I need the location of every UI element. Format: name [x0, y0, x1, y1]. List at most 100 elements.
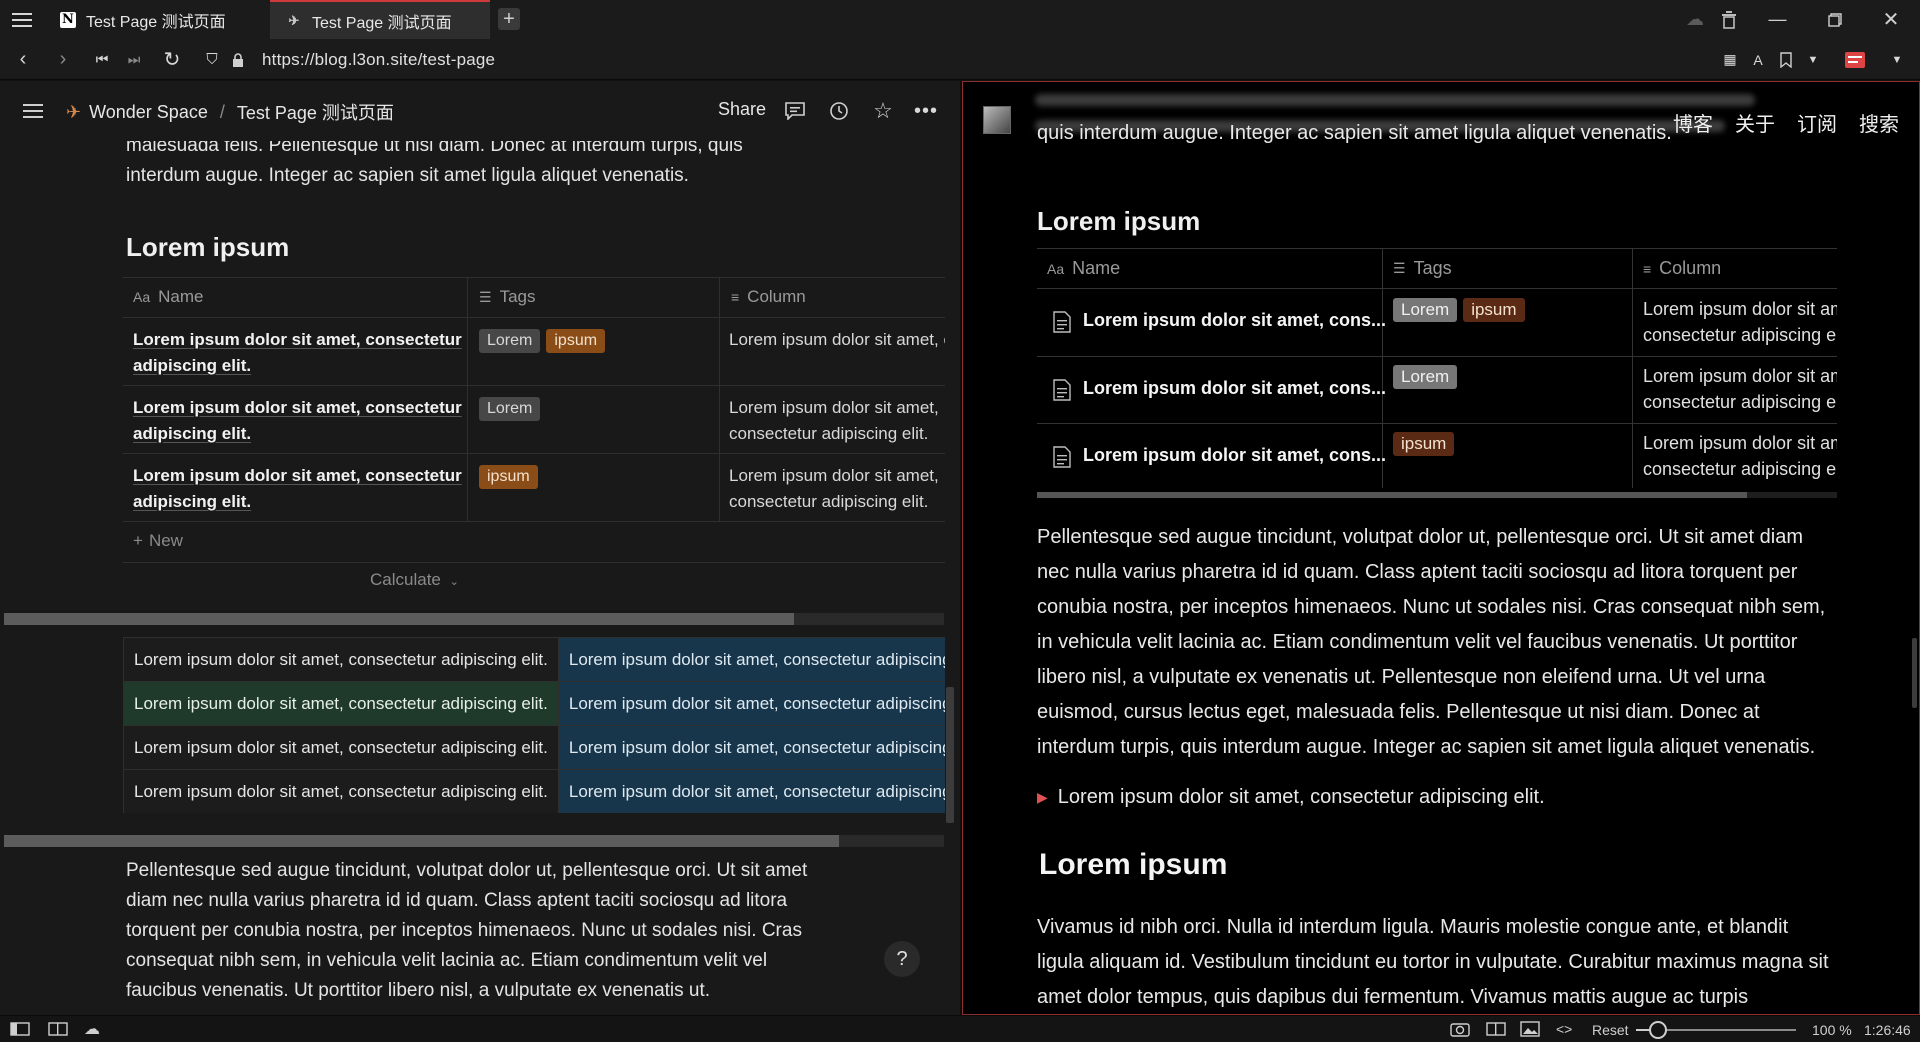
row-tags[interactable]: Lorem ipsum [479, 329, 611, 353]
trash-icon[interactable] [1714, 0, 1744, 39]
history-icon[interactable] [824, 81, 854, 141]
nav-search[interactable]: 搜索 [1859, 108, 1899, 137]
horizontal-scrollbar[interactable] [4, 613, 944, 625]
calculate-button[interactable]: Calculate ⌄ [370, 570, 459, 590]
scrollbar-thumb[interactable] [4, 613, 794, 625]
tab-tiling-icon[interactable] [48, 1022, 68, 1039]
plus-icon: + [133, 531, 143, 550]
row-column: Lorem ipsum dolor sit am consectetur adi… [1643, 296, 1837, 348]
row-column[interactable]: Lorem ipsum dolor sit amet, consectetur … [729, 463, 945, 515]
chevron-down-icon[interactable]: ▼ [1886, 39, 1908, 80]
table-cell[interactable]: Lorem ipsum dolor sit amet, consectetur … [557, 725, 945, 770]
table-row: Lorem ipsum dolor sit amet, consectetur … [123, 681, 945, 726]
cell-line: consectetur adipiscing eli [1643, 325, 1837, 345]
cell-line: Lorem ipsum dolor sit am [1643, 433, 1837, 453]
table-cell[interactable]: Lorem ipsum dolor sit amet, consectetur … [557, 681, 945, 726]
breadcrumb-workspace[interactable]: Wonder Space [89, 102, 208, 123]
tab-1[interactable]: N Test Page 测试页面 [44, 0, 268, 39]
code-icon[interactable]: <> [1556, 1021, 1572, 1037]
breadcrumb: ✈ Wonder Space / Test Page 测试页面 [66, 99, 394, 125]
minimize-button[interactable]: — [1755, 0, 1800, 39]
row-name[interactable]: Lorem ipsum dolor sit amet, cons... [1083, 378, 1386, 399]
zoom-slider-knob[interactable] [1649, 1021, 1668, 1039]
table-cell[interactable]: Lorem ipsum dolor sit amet, consectetur … [557, 769, 945, 813]
tile-icon[interactable] [1486, 1022, 1506, 1039]
table-cell[interactable]: Lorem ipsum dolor sit amet, consectetur … [123, 681, 559, 726]
row-name[interactable]: Lorem ipsum dolor sit amet, consectetur … [133, 463, 463, 515]
images-icon[interactable] [1520, 1021, 1540, 1040]
row-name[interactable]: Lorem ipsum dolor sit amet, cons... [1083, 445, 1386, 466]
fast-forward-icon[interactable]: ⏭ [122, 39, 146, 80]
horizontal-scrollbar[interactable] [1037, 492, 1837, 498]
row-name[interactable]: Lorem ipsum dolor sit amet, cons... [1083, 310, 1386, 331]
scrollbar-thumb[interactable] [4, 835, 839, 847]
translate-icon[interactable]: A [1746, 39, 1770, 80]
table-row: Lorem ipsum dolor sit amet, consectetur … [123, 725, 945, 770]
tag: Lorem [1393, 298, 1458, 322]
cell-line: Lorem ipsum dolor sit am [1643, 366, 1837, 386]
toggle-block[interactable]: ▶ Lorem ipsum dolor sit amet, consectetu… [1037, 780, 1545, 815]
comment-icon[interactable] [780, 81, 810, 141]
lock-icon[interactable] [228, 39, 248, 80]
header-label: Name [158, 287, 204, 306]
bookmark-icon[interactable] [1774, 39, 1798, 80]
forward-icon[interactable]: › [48, 39, 78, 80]
restore-button[interactable] [1812, 0, 1857, 39]
help-button[interactable]: ? [884, 941, 920, 977]
scrollbar-thumb[interactable] [1037, 492, 1747, 498]
new-tab-button[interactable]: + [498, 8, 520, 30]
body-paragraph: Pellentesque sed augue tincidunt, volutp… [1037, 526, 1826, 758]
table-cell[interactable]: Lorem ipsum dolor sit amet, consectetur … [123, 725, 559, 770]
rewind-icon[interactable]: ⏮ [90, 39, 114, 80]
row-tags[interactable]: Lorem [479, 397, 546, 421]
table-cell[interactable]: Lorem ipsum dolor sit amet, consectetur … [123, 769, 559, 813]
table-cell[interactable]: Lorem ipsum dolor sit amet, consectetur … [123, 637, 559, 682]
notion-database: Aa Name ☰ Tags ≡ Column Lorem ipsum dolo… [123, 277, 945, 563]
panel-toggle-icon[interactable] [10, 1022, 30, 1039]
more-icon[interactable]: ••• [910, 81, 942, 141]
menu-icon[interactable] [8, 0, 36, 39]
table-row: Lorem ipsum dolor sit amet, consectetur … [123, 637, 945, 682]
breadcrumb-page[interactable]: Test Page 测试页面 [237, 99, 394, 125]
extension-icon[interactable] [1840, 39, 1870, 80]
vertical-scrollbar-thumb[interactable] [1912, 638, 1917, 708]
page-icon [1053, 379, 1071, 406]
qr-code-icon[interactable]: ▦ [1718, 39, 1742, 80]
header-label: Name [1072, 258, 1121, 278]
row-column[interactable]: Lorem ipsum dolor sit amet, consectetur … [729, 327, 945, 353]
cell-line: consectetur adipiscing eli [1643, 459, 1837, 479]
tag: Lorem [479, 329, 541, 353]
header-label: Column [747, 287, 806, 306]
back-icon[interactable]: ‹ [8, 39, 38, 80]
cloud-icon[interactable]: ☁ [1680, 0, 1710, 39]
calculate-label: Calculate [370, 570, 441, 589]
share-button[interactable]: Share [718, 99, 766, 120]
column-header-name[interactable]: Aa Name [133, 287, 203, 307]
close-window-button[interactable]: ✕ [1866, 0, 1916, 39]
star-icon[interactable]: ☆ [868, 81, 898, 141]
vertical-scrollbar-thumb[interactable] [946, 687, 954, 823]
column-header-column[interactable]: ≡ Column [731, 287, 806, 307]
table-cell[interactable]: Lorem ipsum dolor sit amet, consectetur … [557, 637, 945, 682]
row-tags[interactable]: ipsum [479, 465, 544, 489]
column-header-tags[interactable]: ☰ Tags [479, 287, 535, 307]
tab-2[interactable]: ✈ Test Page 测试页面 [270, 0, 490, 39]
page-icon [1053, 311, 1071, 338]
sidebar-toggle-icon[interactable] [18, 81, 48, 141]
chevron-down-icon[interactable]: ▼ [1802, 39, 1824, 80]
section-heading: Lorem ipsum [1039, 848, 1228, 881]
sync-cloud-icon[interactable]: ☁ [84, 1019, 100, 1039]
row-column[interactable]: Lorem ipsum dolor sit amet, consectetur … [729, 395, 945, 447]
horizontal-scrollbar[interactable] [4, 835, 944, 847]
capture-icon[interactable] [1450, 1021, 1470, 1040]
zoom-slider[interactable] [1636, 1021, 1796, 1039]
notion-pane: ✈ Wonder Space / Test Page 测试页面 Share ☆ … [0, 81, 960, 1015]
row-name[interactable]: Lorem ipsum dolor sit amet, consectetur … [133, 395, 463, 447]
new-row-button[interactable]: + New [133, 531, 183, 551]
reload-icon[interactable]: ↻ [158, 39, 186, 80]
url-bar[interactable]: https://blog.l3on.site/test-page [262, 39, 495, 80]
row-name[interactable]: Lorem ipsum dolor sit amet, consectetur … [133, 327, 463, 379]
shield-icon[interactable]: ⛉ [202, 39, 222, 80]
site-logo[interactable] [983, 106, 1011, 134]
zoom-reset-button[interactable]: Reset [1592, 1022, 1629, 1038]
